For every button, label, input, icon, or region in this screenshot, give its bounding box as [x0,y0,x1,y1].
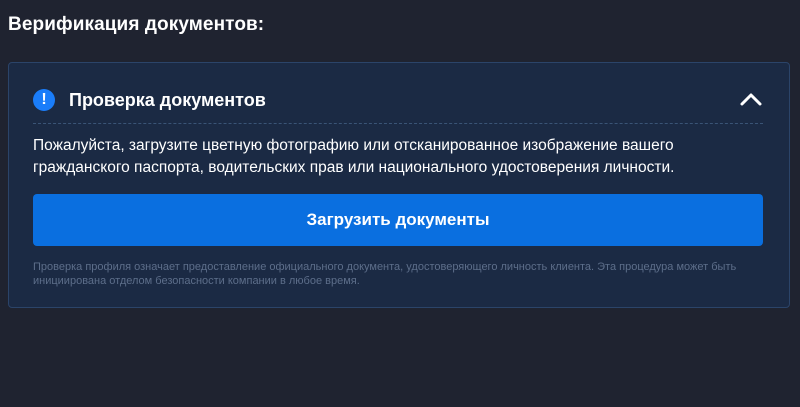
section-title: Верификация документов: [8,14,265,35]
page: Верификация документов: ! Проверка докум… [0,0,800,407]
upload-documents-button[interactable]: Загрузить документы [33,194,763,246]
chevron-up-icon[interactable] [739,91,763,107]
panel-header: ! Проверка документов [33,87,266,113]
info-icon: ! [33,89,55,111]
panel-divider [33,123,763,124]
panel-heading: Проверка документов [69,89,266,110]
document-verification-panel: ! Проверка документов Пожалуйста, загруз… [8,62,790,308]
panel-footnote: Проверка профиля означает предоставление… [33,261,737,287]
panel-description: Пожалуйста, загрузите цветную фотографию… [33,137,675,176]
